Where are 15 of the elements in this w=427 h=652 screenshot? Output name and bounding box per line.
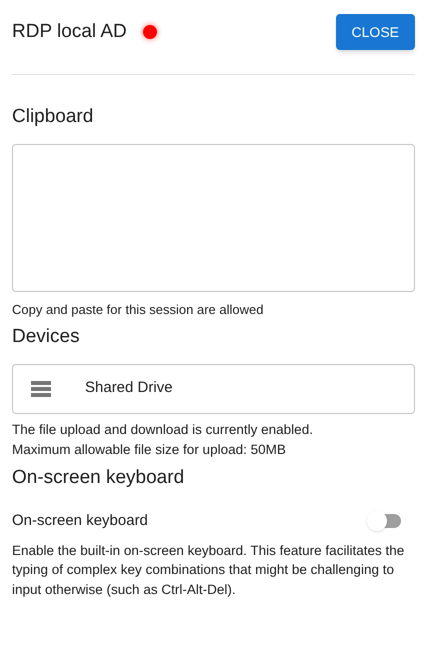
device-note: Maximum allowable file size for upload: 50MB [12, 440, 287, 459]
clipboard-field[interactable] [12, 144, 415, 292]
storage-icon [31, 380, 51, 396]
device-item[interactable]: Shared Drive [12, 364, 415, 414]
section-heading: Clipboard [12, 105, 94, 129]
clipboard-caption: Copy and paste for this session are allowed [12, 300, 264, 319]
toggle-switch[interactable] [367, 511, 403, 532]
device-note: The file upload and download is currently enabled. [12, 420, 314, 439]
setting-label: On-screen keyboard [12, 511, 148, 531]
session-title: RDP local AD [12, 20, 127, 44]
section-heading: On-screen keyboard [12, 466, 186, 490]
device-label: Shared Drive [85, 378, 173, 398]
keyboard-description: Enable the built-in on-screen keyboard. This feature facilitates the typing of complex key combinations that might be challenging to input otherwise (such as Ctrl-Alt-Del). [12, 542, 406, 599]
section-heading: Devices [12, 325, 81, 349]
close-button[interactable]: CLOSE [336, 14, 415, 50]
